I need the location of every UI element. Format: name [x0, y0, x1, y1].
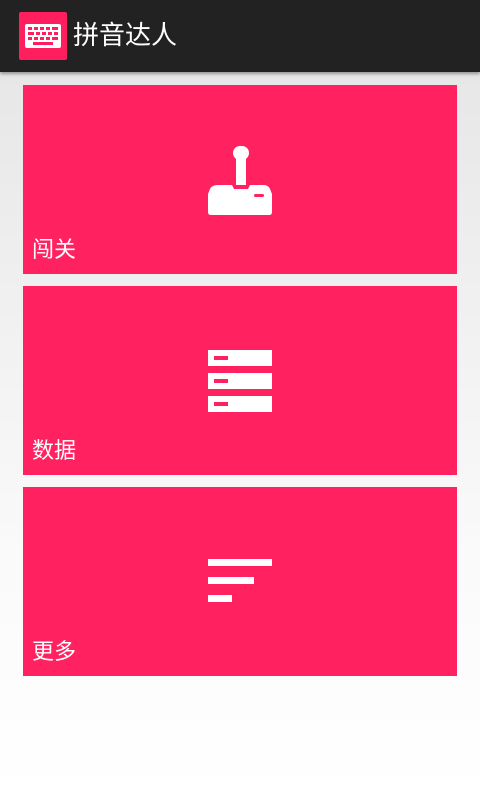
joystick-icon — [208, 143, 272, 215]
tile-label: 更多 — [32, 640, 77, 665]
tile-label: 数据 — [32, 439, 77, 464]
tile-label: 闯关 — [32, 238, 77, 263]
server-stack-icon — [208, 350, 272, 422]
app-title: 拼音达人 — [73, 21, 178, 51]
tile-data[interactable]: 数据 — [23, 286, 457, 475]
tile-more[interactable]: 更多 — [23, 487, 457, 676]
sort-lines-icon — [208, 559, 272, 631]
keyboard-icon — [19, 12, 67, 60]
action-bar: 拼音达人 — [0, 0, 480, 72]
tile-levels[interactable]: 闯关 — [23, 85, 457, 274]
